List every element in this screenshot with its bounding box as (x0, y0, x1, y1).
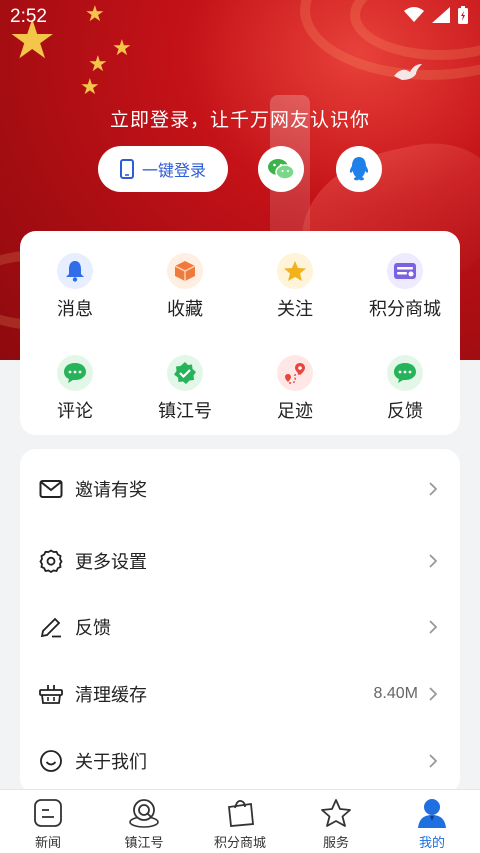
star-decoration: ★ (88, 52, 108, 77)
chevron-right-icon (429, 554, 438, 568)
mail-icon (38, 476, 64, 502)
grid-item-zhenjiang-account[interactable]: 镇江号 (130, 355, 240, 423)
news-icon (31, 796, 65, 830)
grid-item-comments[interactable]: 评论 (20, 355, 130, 423)
nav-label: 我的 (418, 836, 445, 851)
nav-tab-services[interactable]: 服务 (288, 796, 384, 851)
grid-label: 评论 (57, 401, 93, 422)
qq-icon (349, 157, 369, 181)
grid-item-messages[interactable]: 消息 (20, 253, 130, 321)
menu-item-about-us[interactable]: 关于我们 (20, 741, 460, 781)
basket-icon (38, 681, 64, 707)
nav-label: 新闻 (34, 836, 61, 851)
verified-badge-icon (167, 355, 203, 391)
menu-item-more-settings[interactable]: 更多设置 (20, 541, 460, 581)
star-icon (277, 253, 313, 289)
grid-item-follow[interactable]: 关注 (240, 253, 350, 321)
wallet-icon (387, 253, 423, 289)
menu-item-feedback[interactable]: 反馈 (20, 607, 460, 647)
nav-label: 积分商城 (213, 836, 266, 851)
chevron-right-icon (429, 620, 438, 634)
nav-label: 镇江号 (124, 836, 164, 851)
chevron-right-icon (429, 754, 438, 768)
grid-label: 镇江号 (158, 401, 212, 422)
qq-login-button[interactable] (336, 146, 382, 192)
smile-icon (38, 748, 64, 774)
grid-label: 积分商城 (369, 299, 441, 320)
settings-menu-card: 邀请有奖 更多设置 反馈 清理缓存 8.40M 关于我们 (20, 449, 460, 794)
menu-item-invite-rewards[interactable]: 邀请有奖 (20, 469, 460, 509)
grid-label: 消息 (57, 299, 93, 320)
menu-label: 更多设置 (75, 552, 147, 573)
menu-label: 清理缓存 (75, 685, 147, 706)
one-click-login-button[interactable]: 一键登录 (98, 146, 228, 192)
pencil-icon (38, 614, 64, 640)
grid-item-footprint[interactable]: 足迹 (240, 355, 350, 423)
dove-icon (394, 64, 422, 80)
menu-label: 邀请有奖 (75, 480, 147, 501)
feature-grid-card: 消息 收藏 关注 积分商城 评论 镇江号 足迹 反馈 (20, 231, 460, 435)
menu-label: 关于我们 (75, 752, 147, 773)
gear-icon (38, 548, 64, 574)
grid-item-points-mall[interactable]: 积分商城 (350, 253, 460, 321)
cache-size-value: 8.40M (373, 685, 418, 702)
grid-label: 反馈 (387, 401, 423, 422)
box-icon (167, 253, 203, 289)
menu-item-clear-cache[interactable]: 清理缓存 8.40M (20, 674, 460, 714)
feedback-icon (387, 355, 423, 391)
footprint-icon (277, 355, 313, 391)
grid-label: 关注 (277, 299, 313, 320)
battery-icon (458, 6, 468, 24)
nav-tab-news[interactable]: 新闻 (0, 796, 96, 851)
wifi-icon (404, 7, 424, 22)
star-outline-icon (319, 796, 353, 830)
menu-label: 反馈 (75, 618, 111, 639)
bottom-navigation: 新闻 镇江号 积分商城 服务 我的 (0, 789, 480, 853)
nav-label: 服务 (322, 836, 349, 851)
one-click-login-label: 一键登录 (141, 161, 206, 180)
comment-icon (57, 355, 93, 391)
wechat-icon (268, 159, 295, 180)
chevron-right-icon (429, 482, 438, 496)
grid-item-feedback[interactable]: 反馈 (350, 355, 460, 423)
location-q-icon (127, 796, 161, 830)
status-icons (404, 6, 468, 24)
grid-item-favorites[interactable]: 收藏 (130, 253, 240, 321)
star-decoration: ★ (112, 36, 132, 61)
nav-tab-points-mall[interactable]: 积分商城 (192, 796, 288, 851)
status-bar: 2:52 (0, 0, 480, 32)
status-time: 2:52 (10, 6, 47, 27)
shopping-bag-icon (223, 796, 257, 830)
nav-tab-zhenjiang-account[interactable]: 镇江号 (96, 796, 192, 851)
user-icon (415, 796, 449, 830)
nav-tab-mine[interactable]: 我的 (384, 796, 480, 851)
signal-icon (432, 7, 450, 23)
grid-label: 收藏 (167, 299, 203, 320)
login-prompt: 立即登录，让千万网友认识你 (109, 109, 370, 131)
grid-label: 足迹 (277, 401, 313, 422)
wechat-login-button[interactable] (258, 146, 304, 192)
bell-icon (57, 253, 93, 289)
star-decoration: ★ (80, 75, 100, 100)
chevron-right-icon (429, 687, 438, 701)
phone-icon (119, 159, 134, 179)
